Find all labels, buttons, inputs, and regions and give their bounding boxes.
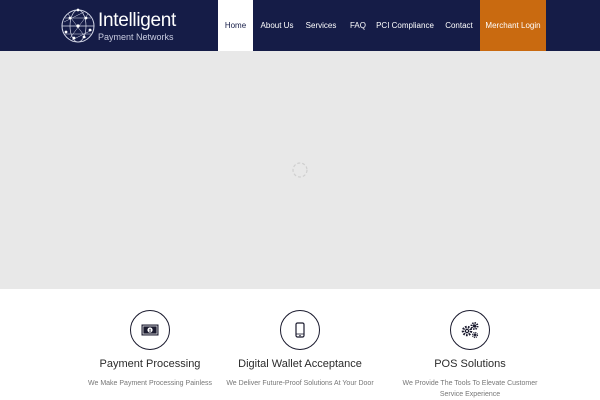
nav-about-us[interactable]: About Us: [256, 0, 298, 51]
logo-tagline: Payment Networks: [98, 32, 174, 42]
feature-icon-circle: $: [130, 310, 170, 350]
site-logo[interactable]: Intelligent Payment Networks: [60, 8, 180, 44]
logo-name: Intelligent: [98, 10, 177, 31]
spinner-icon: [292, 162, 308, 178]
gears-icon: [461, 322, 479, 339]
nav-contact[interactable]: Contact: [440, 0, 478, 51]
nav-home[interactable]: Home: [218, 0, 253, 51]
nav-pci-compliance[interactable]: PCI Compliance: [375, 0, 435, 51]
nav-services[interactable]: Services: [302, 0, 340, 51]
globe-network-icon: [61, 8, 95, 43]
feature-icon-circle: [450, 310, 490, 350]
money-bill-icon: $: [141, 324, 159, 336]
feature-description: We Deliver Future-Proof Solutions At You…: [226, 380, 374, 387]
feature-pos-solutions: POS Solutions We Provide The Tools To El…: [370, 310, 570, 400]
nav-faq[interactable]: FAQ: [344, 0, 372, 51]
smartphone-icon: [295, 322, 305, 338]
merchant-login-button[interactable]: Merchant Login: [480, 0, 546, 51]
hero-slider: [0, 51, 600, 289]
feature-description: We Provide The Tools To Elevate Customer…: [402, 380, 538, 398]
site-header: Intelligent Payment Networks Home About …: [0, 0, 600, 51]
feature-title: POS Solutions: [434, 358, 506, 370]
feature-icon-circle: [280, 310, 320, 350]
